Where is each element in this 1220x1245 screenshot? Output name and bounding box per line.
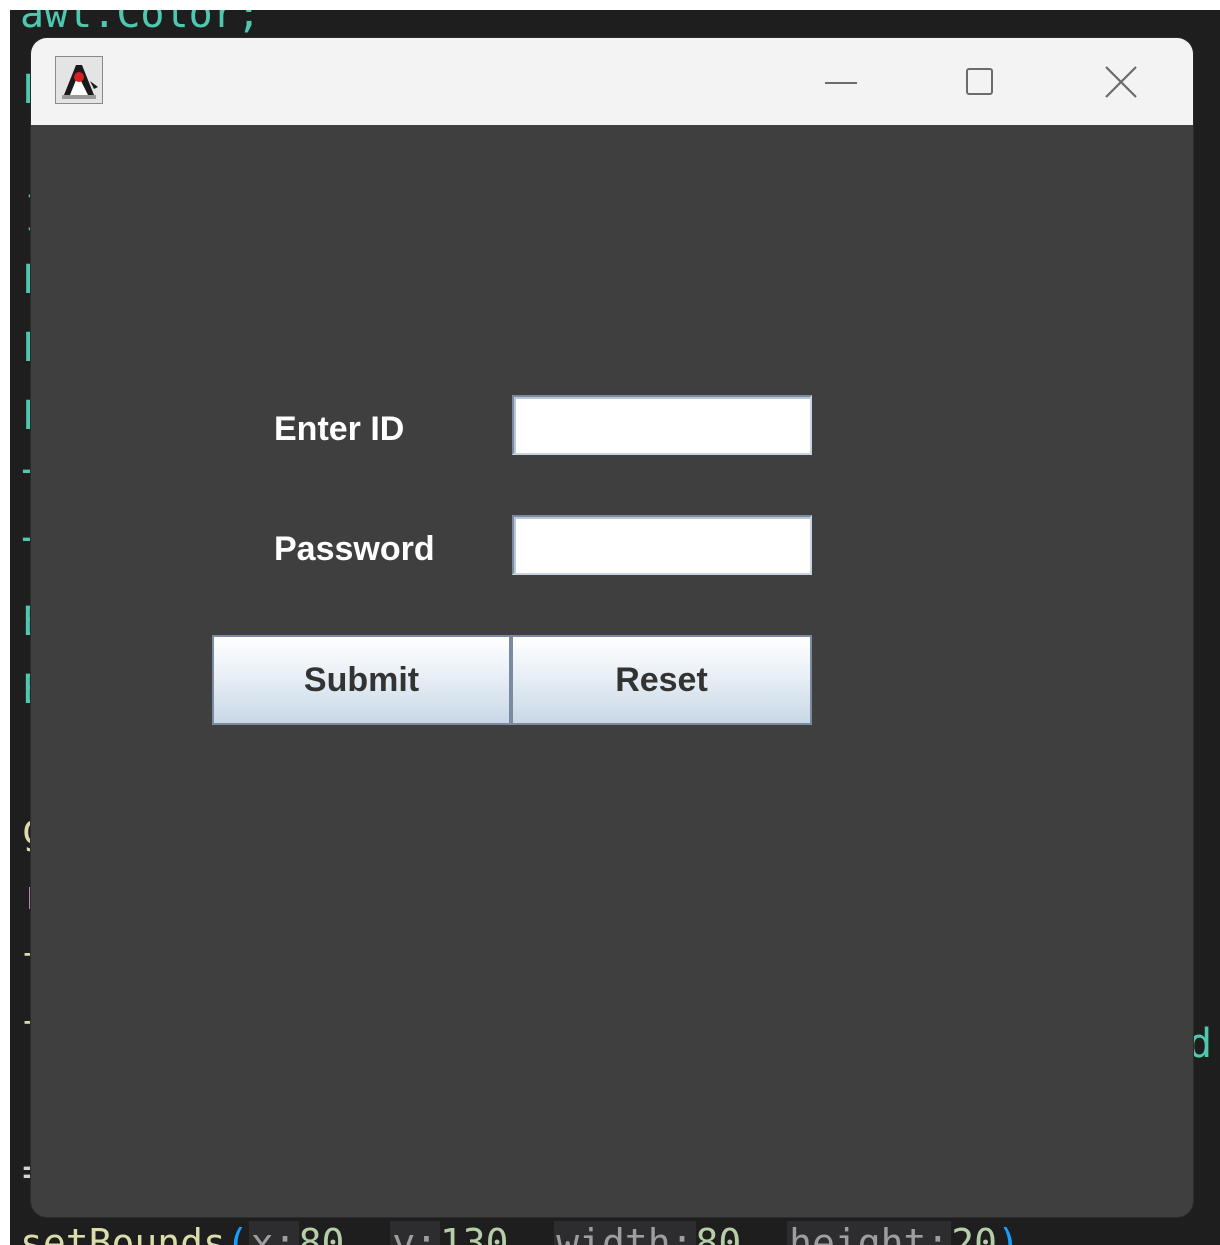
maximize-icon (965, 68, 993, 95)
title-bar[interactable] (31, 38, 1193, 125)
param-hint-x: x: (248, 1221, 299, 1245)
param-value-x: 80 (298, 1221, 345, 1245)
param-hint-y: y: (390, 1221, 440, 1245)
id-input[interactable] (512, 395, 812, 455)
minimize-button[interactable] (771, 38, 911, 125)
submit-button[interactable]: Submit (212, 635, 511, 725)
param-hint-width: width: (554, 1221, 696, 1245)
method-name: setBounds (20, 1221, 226, 1245)
code-line-top: awt.Color; (20, 10, 261, 37)
minimize-icon (825, 81, 857, 84)
maximize-button[interactable] (909, 38, 1049, 125)
close-button[interactable] (1051, 38, 1191, 125)
java-duke-icon[interactable] (55, 56, 103, 104)
enter-id-label: Enter ID (274, 410, 405, 448)
param-value-y: 130 (439, 1221, 509, 1245)
reset-button[interactable]: Reset (511, 635, 812, 725)
param-hint-height: height: (787, 1221, 952, 1245)
param-value-height: 20 (951, 1221, 997, 1245)
password-label: Password (274, 530, 435, 568)
app-window: Enter ID Password Submit Reset (31, 38, 1193, 1217)
password-input[interactable] (512, 515, 812, 575)
code-line-bottom: setBounds(x:80, y:130, width:80, height:… (20, 1221, 1020, 1245)
close-icon (1105, 65, 1137, 98)
param-value-width: 80 (695, 1221, 742, 1245)
